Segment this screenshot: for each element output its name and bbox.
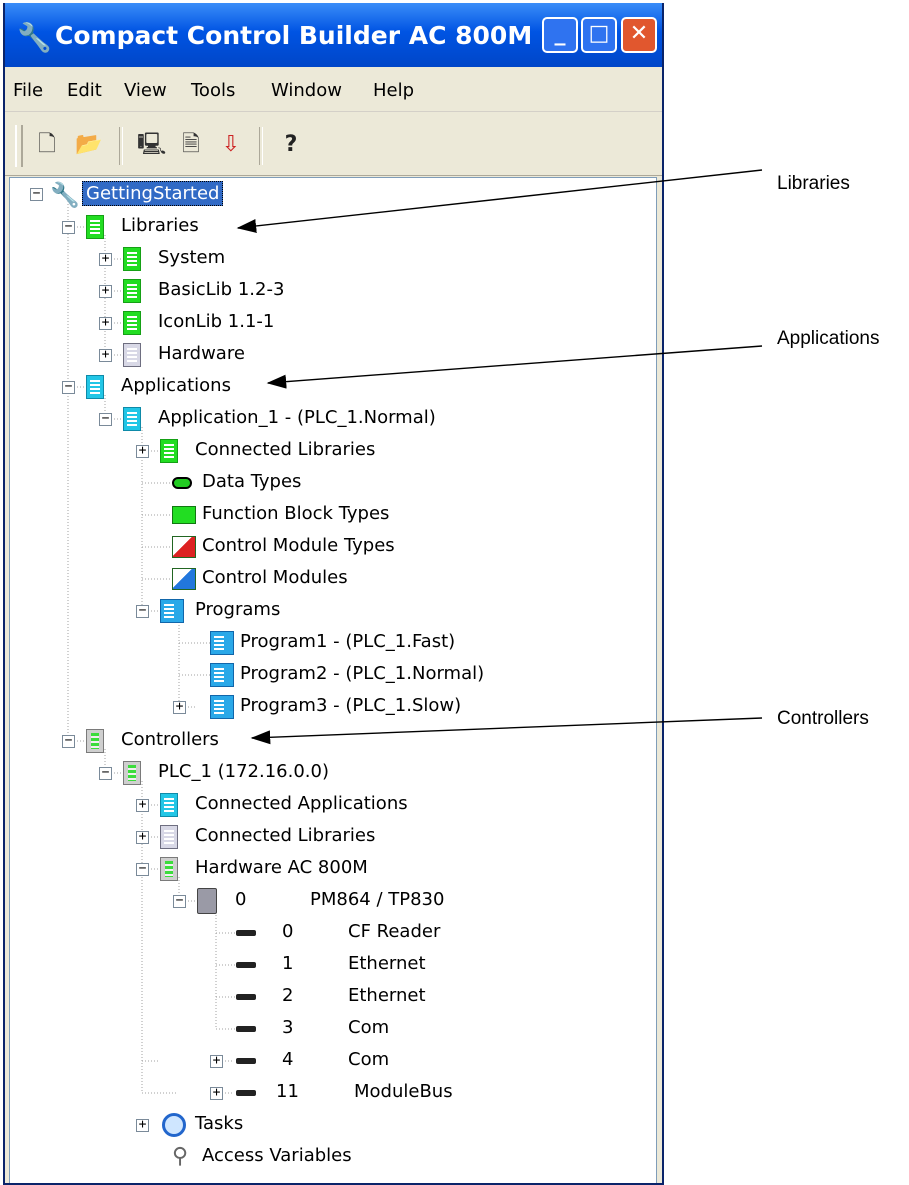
libraries-callout-line: [236, 169, 763, 233]
applications-callout-line: [266, 345, 763, 389]
callout-libraries: Libraries: [777, 173, 850, 194]
callout-applications: Applications: [777, 328, 880, 349]
callout-controllers: Controllers: [777, 708, 869, 729]
callout-arrows: [236, 169, 763, 745]
controllers-callout-line: [250, 717, 763, 745]
